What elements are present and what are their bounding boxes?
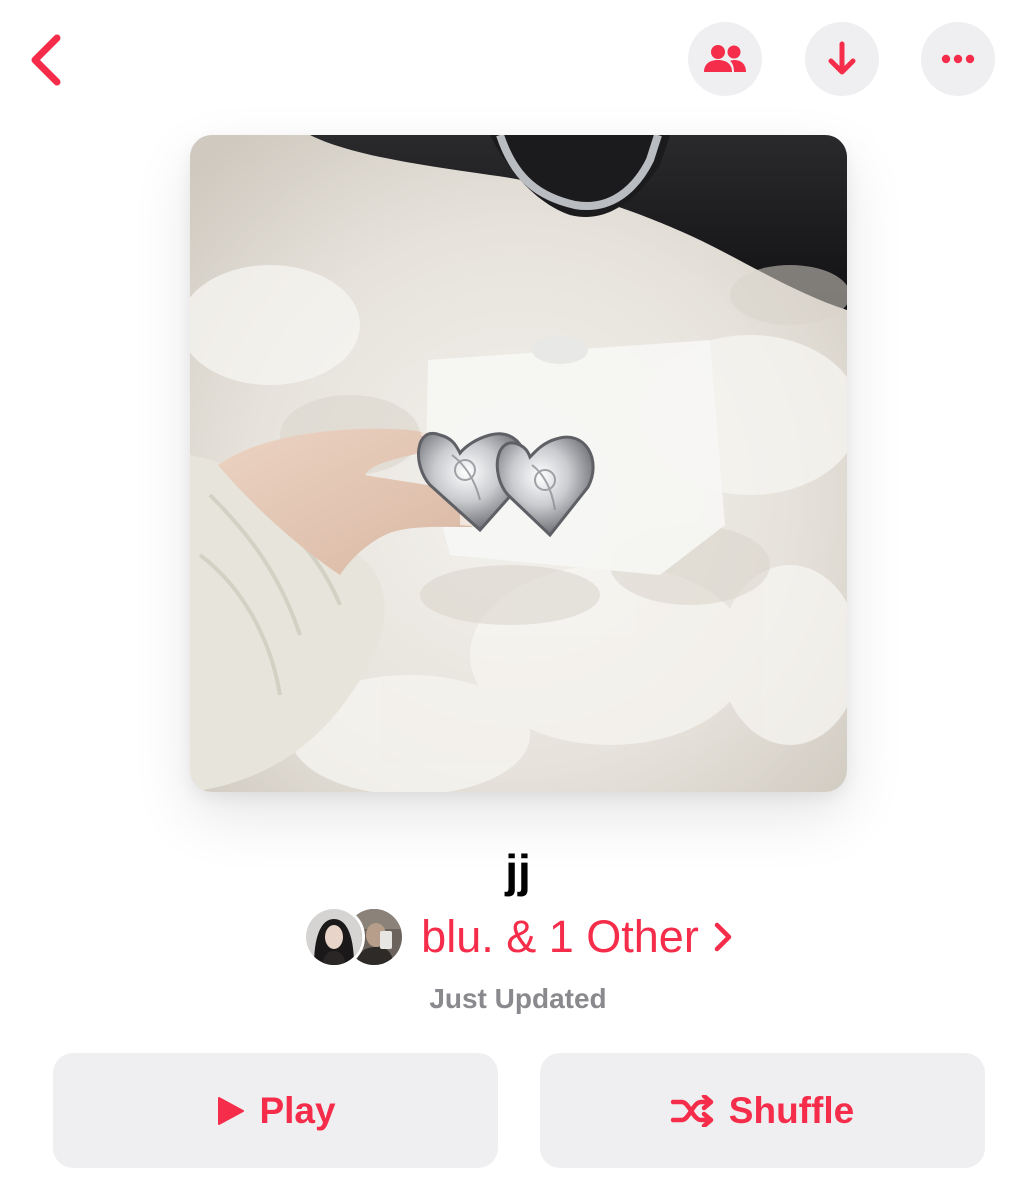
curators-row: blu. & 1 Other bbox=[0, 902, 1036, 972]
chevron-left-icon bbox=[31, 34, 61, 86]
updated-status: Just Updated bbox=[429, 983, 607, 1014]
collaborate-button[interactable] bbox=[688, 22, 762, 96]
play-icon bbox=[215, 1095, 245, 1127]
back-button[interactable] bbox=[20, 30, 70, 90]
playlist-title: jj bbox=[505, 845, 531, 897]
ellipsis-icon bbox=[941, 54, 975, 64]
curators-label: blu. & 1 Other bbox=[421, 911, 699, 962]
curator-avatars[interactable] bbox=[303, 904, 413, 970]
curators-link[interactable]: blu. & 1 Other bbox=[421, 907, 733, 967]
arrow-down-icon bbox=[828, 41, 856, 75]
download-button[interactable] bbox=[805, 22, 879, 96]
more-options-button[interactable] bbox=[921, 22, 995, 96]
shuffle-icon bbox=[670, 1094, 715, 1127]
people-icon bbox=[704, 45, 746, 72]
shuffle-label: Shuffle bbox=[728, 1089, 855, 1131]
play-button[interactable]: Play bbox=[53, 1053, 498, 1168]
playlist-artwork bbox=[190, 135, 847, 792]
play-label: Play bbox=[259, 1089, 336, 1131]
chevron-right-icon bbox=[713, 921, 733, 953]
avatar bbox=[303, 906, 366, 968]
shuffle-button[interactable]: Shuffle bbox=[540, 1053, 985, 1168]
